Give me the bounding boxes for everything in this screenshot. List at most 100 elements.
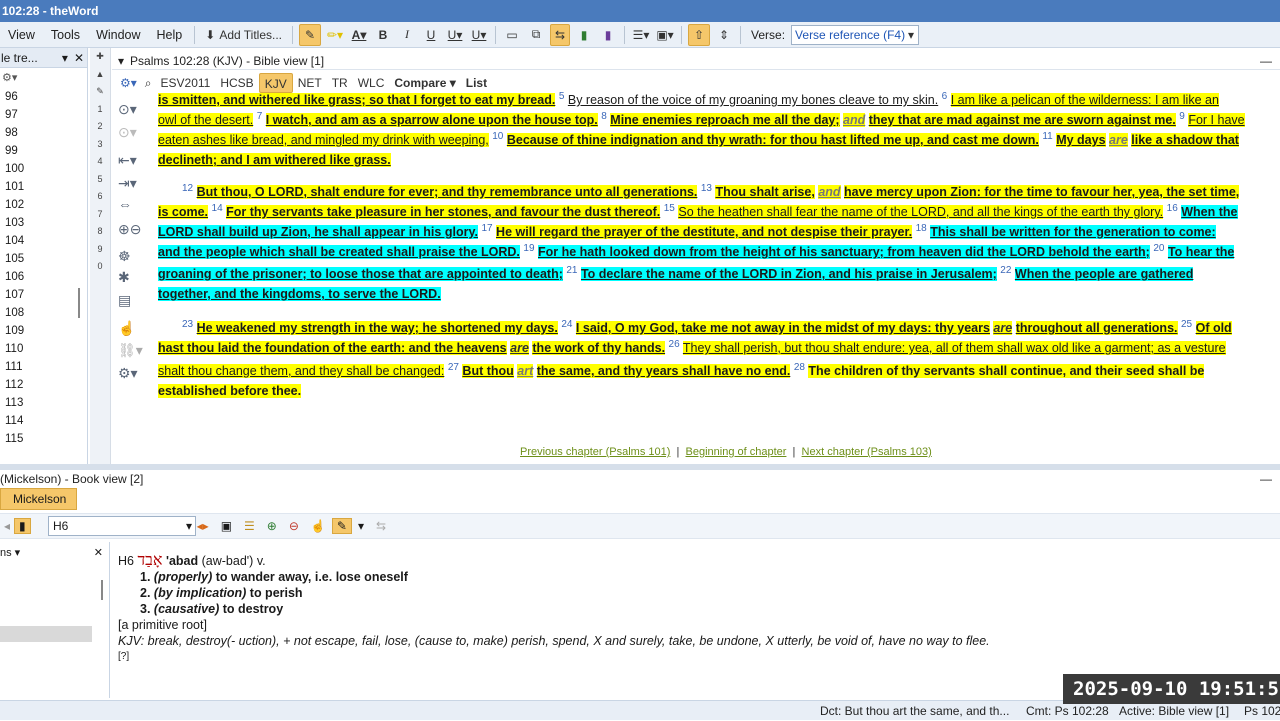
back-icon[interactable]: ⊙▾: [118, 101, 144, 117]
layout-icon[interactable]: ☰▾: [631, 24, 651, 46]
tab-net[interactable]: NET: [293, 73, 327, 93]
verse-number[interactable]: 28: [794, 362, 805, 373]
sync-icon[interactable]: ⇆: [370, 519, 392, 533]
underline-double-button[interactable]: U▾: [469, 24, 489, 46]
verse-text[interactable]: hast thou laid the foundation of the ear…: [158, 341, 507, 355]
tab-kjv[interactable]: KJV: [258, 73, 293, 93]
verse-number[interactable]: 9: [1179, 111, 1185, 122]
book-purple-icon[interactable]: ▮: [598, 24, 618, 46]
verse-text[interactable]: Because of thine indignation and thy wra…: [506, 133, 1039, 147]
verse-text[interactable]: When the: [1181, 205, 1238, 219]
tree-item[interactable]: 99: [0, 142, 87, 160]
search-icon[interactable]: ⌕: [141, 76, 156, 91]
italic-word[interactable]: and: [843, 113, 866, 127]
verse-number[interactable]: 27: [448, 362, 459, 373]
tree-item[interactable]: 105: [0, 250, 87, 268]
pin-icon[interactable]: ▾: [59, 48, 71, 67]
footnote-marker[interactable]: [?]: [118, 649, 990, 665]
verse-text[interactable]: is smitten, and withered like grass; so …: [158, 93, 556, 107]
minimize-icon[interactable]: —: [1260, 470, 1272, 488]
hand-icon[interactable]: ☝: [118, 320, 144, 336]
verse-number[interactable]: 11: [1042, 131, 1052, 142]
prev-chapter-icon[interactable]: ⇤▾: [118, 152, 144, 168]
up-icon[interactable]: ▲: [90, 66, 110, 84]
verse-text[interactable]: is come.: [158, 205, 209, 219]
verse-text[interactable]: When the people are gathered: [1014, 267, 1194, 281]
verse-text[interactable]: owl of the desert.: [158, 113, 254, 127]
list-button[interactable]: List: [461, 73, 492, 93]
italic-word[interactable]: are: [1109, 133, 1128, 147]
verse-number[interactable]: 16: [1167, 203, 1178, 214]
verse-number[interactable]: 7: [257, 111, 263, 122]
collapse-icon[interactable]: ⇕: [714, 24, 734, 46]
vtool-digit[interactable]: 4: [90, 153, 110, 171]
underline-style-button[interactable]: U▾: [445, 24, 465, 46]
prev-chapter-link[interactable]: Previous chapter (Psalms 101): [520, 446, 670, 458]
zoom-in-icon[interactable]: ⊕: [261, 519, 283, 533]
forward-icon[interactable]: ⊙▾: [118, 124, 144, 140]
tree-item[interactable]: 110: [0, 340, 87, 358]
verse-text[interactable]: He weakened my strength in the way; he s…: [196, 321, 558, 335]
vtool-digit[interactable]: 2: [90, 118, 110, 136]
verse-number[interactable]: 12: [182, 183, 193, 194]
verse-number[interactable]: 10: [492, 131, 503, 142]
verse-text[interactable]: I said, O my God, take me not away in th…: [575, 321, 990, 335]
verse-text[interactable]: established before thee.: [158, 384, 302, 398]
tree-item[interactable]: 100: [0, 160, 87, 178]
tree-item[interactable]: 113: [0, 394, 87, 412]
compare-button[interactable]: Compare ▾: [389, 73, 460, 93]
tree-scrollbar[interactable]: [78, 288, 80, 318]
zoom-icons[interactable]: ⊕⊖: [118, 221, 144, 237]
verse-text[interactable]: eaten ashes like bread, and mingled my d…: [158, 133, 489, 147]
verse-text[interactable]: The children of thy servants shall conti…: [808, 364, 1205, 378]
verse-number[interactable]: 20: [1153, 243, 1164, 254]
verse-number[interactable]: 5: [559, 92, 565, 102]
next-chapter-link[interactable]: Next chapter (Psalms 103): [802, 446, 932, 458]
verse-text[interactable]: So the heathen shall fear the name of th…: [678, 205, 1164, 219]
verse-text[interactable]: This shall be written for the generation…: [930, 225, 1216, 239]
verse-text[interactable]: they that are mad against me are sworn a…: [868, 113, 1176, 127]
verse-number[interactable]: 25: [1181, 319, 1192, 330]
hand-icon[interactable]: ☝: [305, 519, 332, 533]
tree-options-icon[interactable]: ⚙▾: [0, 68, 87, 88]
verse-text[interactable]: But thou: [462, 364, 514, 378]
link-icon[interactable]: ⛓▾: [118, 342, 144, 358]
verse-text[interactable]: For thy servants take pleasure in her st…: [226, 205, 661, 219]
verse-number[interactable]: 15: [664, 203, 675, 214]
verse-text[interactable]: Thou shalt arise,: [715, 185, 815, 199]
verse-number[interactable]: 26: [669, 339, 680, 350]
tree-item[interactable]: 106: [0, 268, 87, 286]
verse-text[interactable]: For I have: [1188, 113, 1245, 127]
minimize-icon[interactable]: —: [1260, 52, 1272, 70]
tree-item[interactable]: 98: [0, 124, 87, 142]
vtool-digit[interactable]: 3: [90, 136, 110, 154]
topic-search-input[interactable]: H6: [48, 516, 196, 536]
tab-mickelson[interactable]: Mickelson: [0, 488, 77, 510]
copy-icon[interactable]: ⧉: [526, 24, 546, 46]
link-up-icon[interactable]: ⇧: [688, 23, 711, 46]
pin-icon[interactable]: ✚: [90, 48, 110, 66]
vtool-digit[interactable]: 1: [90, 101, 110, 119]
next-chapter-icon[interactable]: ⇥▾: [118, 175, 144, 191]
tree-item[interactable]: 97: [0, 106, 87, 124]
zoom-out-icon[interactable]: ⊖: [283, 519, 305, 533]
verse-text[interactable]: LORD shall build up Zion, he shall appea…: [158, 225, 478, 239]
tree-item[interactable]: 115: [0, 430, 87, 448]
verse-text[interactable]: But thou, O LORD, shalt endure for ever;…: [196, 185, 698, 199]
close-icon[interactable]: ✕: [94, 542, 109, 564]
font-color-icon[interactable]: A▾: [349, 24, 369, 46]
verse-number[interactable]: 21: [566, 265, 577, 276]
verse-text[interactable]: He will regard the prayer of the destitu…: [496, 225, 913, 239]
sync-arrows-icon[interactable]: ⇔: [118, 196, 144, 212]
tab-wlc[interactable]: WLC: [353, 73, 390, 93]
highlight-toggle-button[interactable]: ✎: [299, 23, 322, 46]
verse-number[interactable]: 14: [212, 203, 223, 214]
tree-item[interactable]: 107: [0, 286, 87, 304]
verse-text[interactable]: To declare the name of the LORD in Zion,…: [580, 267, 997, 281]
vtool-digit[interactable]: 8: [90, 223, 110, 241]
verse-number[interactable]: 17: [481, 223, 492, 234]
pencil-icon[interactable]: ✎: [90, 83, 110, 101]
verse-text[interactable]: the work of thy hands.: [532, 341, 666, 355]
bold-button[interactable]: B: [373, 24, 393, 46]
vtool-digit[interactable]: 6: [90, 188, 110, 206]
